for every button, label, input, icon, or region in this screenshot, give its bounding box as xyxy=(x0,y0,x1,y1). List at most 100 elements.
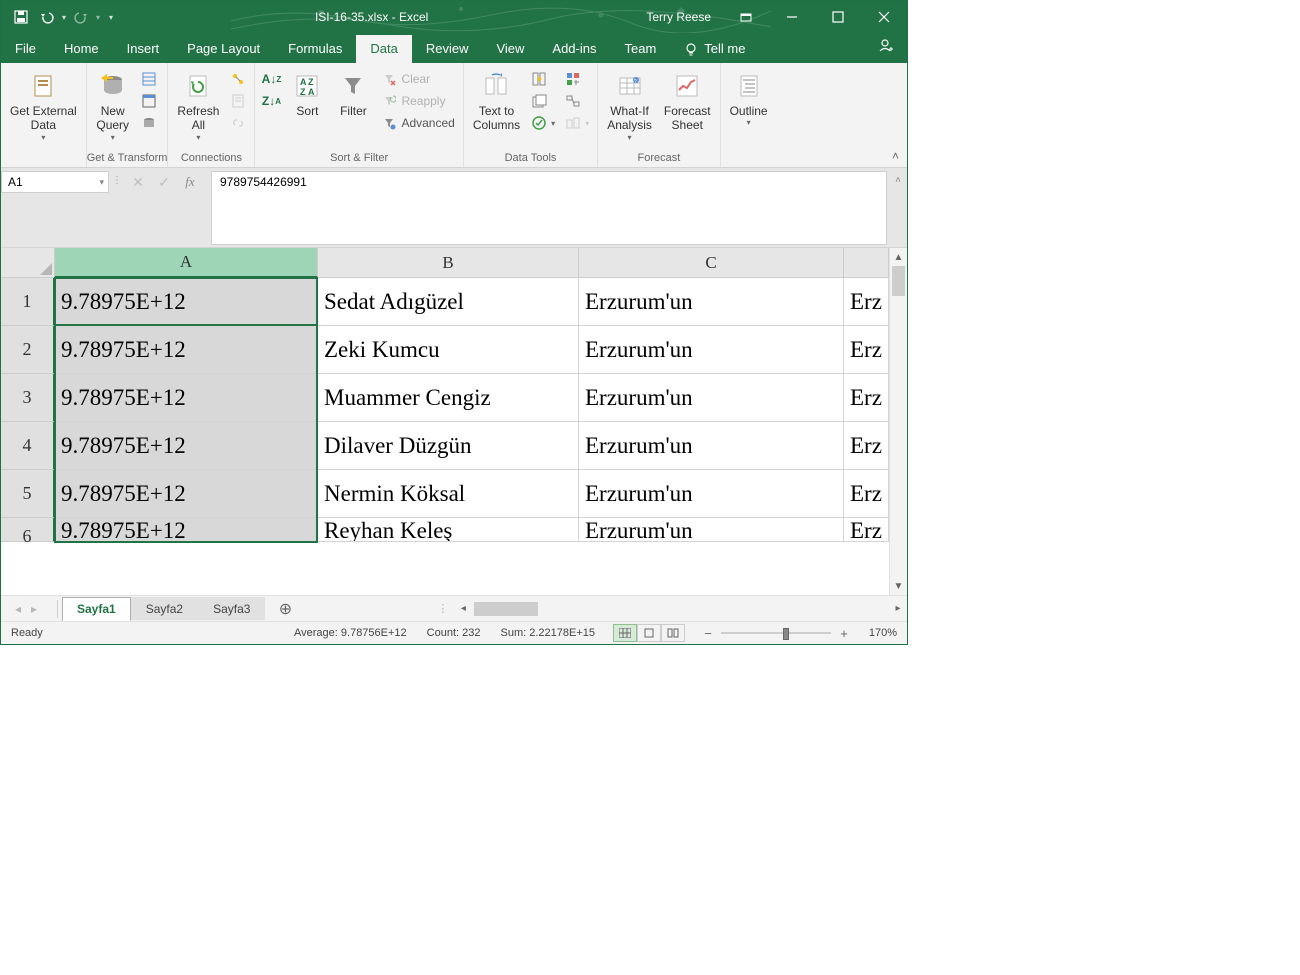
filter-button[interactable]: Filter xyxy=(331,67,375,121)
cell[interactable]: Erzurum'un xyxy=(579,422,844,470)
cell[interactable]: Erz xyxy=(844,374,889,422)
tab-file[interactable]: File xyxy=(1,35,50,63)
remove-duplicates-button[interactable] xyxy=(527,91,559,111)
name-box[interactable]: A1 ▾ xyxy=(1,171,109,193)
flash-fill-button[interactable] xyxy=(527,69,559,89)
share-button[interactable] xyxy=(863,31,907,63)
zoom-level[interactable]: 170% xyxy=(859,627,897,639)
minimize-button[interactable] xyxy=(769,1,815,33)
redo-dropdown[interactable]: ▾ xyxy=(95,13,101,22)
tab-insert[interactable]: Insert xyxy=(113,35,174,63)
tab-home[interactable]: Home xyxy=(50,35,113,63)
what-if-button[interactable]: ? What-If Analysis ▾ xyxy=(602,67,657,145)
formula-bar-expand-button[interactable]: ˄ xyxy=(889,171,907,186)
cell[interactable]: Erzurum'un xyxy=(579,374,844,422)
cell[interactable]: Erzurum'un xyxy=(579,470,844,518)
user-name[interactable]: Terry Reese xyxy=(634,10,723,24)
text-to-columns-button[interactable]: Text to Columns xyxy=(468,67,525,136)
cell[interactable]: Erzurum'un xyxy=(579,326,844,374)
relationships-button[interactable] xyxy=(561,91,593,111)
sort-button[interactable]: AZZA Sort xyxy=(285,67,329,121)
sort-desc-button[interactable]: Z↓A xyxy=(259,91,283,111)
outline-button[interactable]: Outline ▾ xyxy=(725,67,773,131)
sheet-tab-sayfa2[interactable]: Sayfa2 xyxy=(131,597,198,620)
cell[interactable]: Muammer Cengiz xyxy=(318,374,579,422)
zoom-in-button[interactable]: + xyxy=(837,626,851,641)
view-page-layout-button[interactable] xyxy=(637,624,661,642)
scroll-left-button[interactable]: ◂ xyxy=(454,603,472,614)
cell[interactable]: Erz xyxy=(844,470,889,518)
scroll-down-button[interactable]: ▼ xyxy=(890,577,907,595)
cell[interactable]: Erz xyxy=(844,278,889,326)
show-queries-button[interactable] xyxy=(137,69,161,89)
cell[interactable]: Nermin Köksal xyxy=(318,470,579,518)
tab-addins[interactable]: Add-ins xyxy=(538,35,610,63)
cell[interactable]: Erz xyxy=(844,518,889,542)
row-header[interactable]: 5 xyxy=(1,470,55,518)
undo-button[interactable] xyxy=(35,5,59,29)
cell[interactable]: Sedat Adıgüzel xyxy=(318,278,579,326)
sort-asc-button[interactable]: A↓Z xyxy=(259,69,283,89)
tab-review[interactable]: Review xyxy=(412,35,483,63)
sheet-tab-sayfa1[interactable]: Sayfa1 xyxy=(62,597,131,622)
row-header[interactable]: 1 xyxy=(1,278,55,326)
tell-me[interactable]: Tell me xyxy=(670,35,759,63)
maximize-button[interactable] xyxy=(815,1,861,33)
vscroll-thumb[interactable] xyxy=(892,266,905,296)
scroll-right-button[interactable]: ▸ xyxy=(889,603,907,614)
view-page-break-button[interactable] xyxy=(661,624,685,642)
advanced-button[interactable]: Advanced xyxy=(377,113,458,133)
row-header[interactable]: 2 xyxy=(1,326,55,374)
insert-function-button[interactable]: fx xyxy=(177,171,203,193)
cell[interactable]: Erz xyxy=(844,326,889,374)
column-header-d[interactable] xyxy=(844,248,889,278)
scroll-up-button[interactable]: ▲ xyxy=(890,248,907,266)
cell[interactable]: 9.78975E+12 xyxy=(55,278,318,326)
column-header-a[interactable]: A xyxy=(55,248,318,278)
cell[interactable]: 9.78975E+12 xyxy=(55,470,318,518)
connections-button[interactable] xyxy=(226,69,250,89)
vscroll-track[interactable] xyxy=(890,266,907,577)
horizontal-scrollbar[interactable]: ◂ ▸ xyxy=(454,600,907,618)
cell[interactable]: Zeki Kumcu xyxy=(318,326,579,374)
formula-bar-split-handle[interactable]: ⋮ xyxy=(109,171,125,186)
row-header[interactable]: 6 xyxy=(1,518,55,542)
hscroll-thumb[interactable] xyxy=(474,602,538,616)
forecast-sheet-button[interactable]: Forecast Sheet xyxy=(659,67,716,136)
cell[interactable]: Reyhan Keleş xyxy=(318,518,579,542)
tab-formulas[interactable]: Formulas xyxy=(274,35,356,63)
tab-page-layout[interactable]: Page Layout xyxy=(173,35,274,63)
zoom-track[interactable] xyxy=(721,632,831,634)
row-header[interactable]: 4 xyxy=(1,422,55,470)
cell[interactable]: 9.78975E+12 xyxy=(55,518,318,542)
undo-dropdown[interactable]: ▾ xyxy=(61,13,67,22)
tab-view[interactable]: View xyxy=(482,35,538,63)
vertical-scrollbar[interactable]: ▲ ▼ xyxy=(889,248,907,595)
new-sheet-button[interactable]: ⊕ xyxy=(273,599,297,619)
formula-input[interactable]: 9789754426991 xyxy=(211,171,887,245)
cell[interactable]: 9.78975E+12 xyxy=(55,326,318,374)
cell[interactable]: Erz xyxy=(844,422,889,470)
column-header-c[interactable]: C xyxy=(579,248,844,278)
cell[interactable]: 9.78975E+12 xyxy=(55,422,318,470)
close-button[interactable] xyxy=(861,1,907,33)
cell[interactable]: Dilaver Düzgün xyxy=(318,422,579,470)
sheet-split-handle[interactable]: ⋮ xyxy=(437,602,454,615)
column-header-b[interactable]: B xyxy=(318,248,579,278)
recent-sources-button[interactable] xyxy=(137,113,161,133)
row-header[interactable]: 3 xyxy=(1,374,55,422)
sheet-tab-sayfa3[interactable]: Sayfa3 xyxy=(198,597,265,620)
tab-team[interactable]: Team xyxy=(610,35,670,63)
zoom-thumb[interactable] xyxy=(783,628,789,640)
redo-button[interactable] xyxy=(69,5,93,29)
cell[interactable]: 9.78975E+12 xyxy=(55,374,318,422)
zoom-slider[interactable]: − + xyxy=(701,626,851,641)
consolidate-button[interactable] xyxy=(561,69,593,89)
hscroll-track[interactable] xyxy=(472,602,889,616)
save-button[interactable] xyxy=(9,5,33,29)
zoom-out-button[interactable]: − xyxy=(701,626,715,641)
new-query-button[interactable]: New Query ▾ xyxy=(91,67,135,145)
get-external-data-button[interactable]: Get External Data ▾ xyxy=(5,67,82,145)
data-validation-button[interactable]: ▾ xyxy=(527,113,559,133)
cell[interactable]: Erzurum'un xyxy=(579,518,844,542)
